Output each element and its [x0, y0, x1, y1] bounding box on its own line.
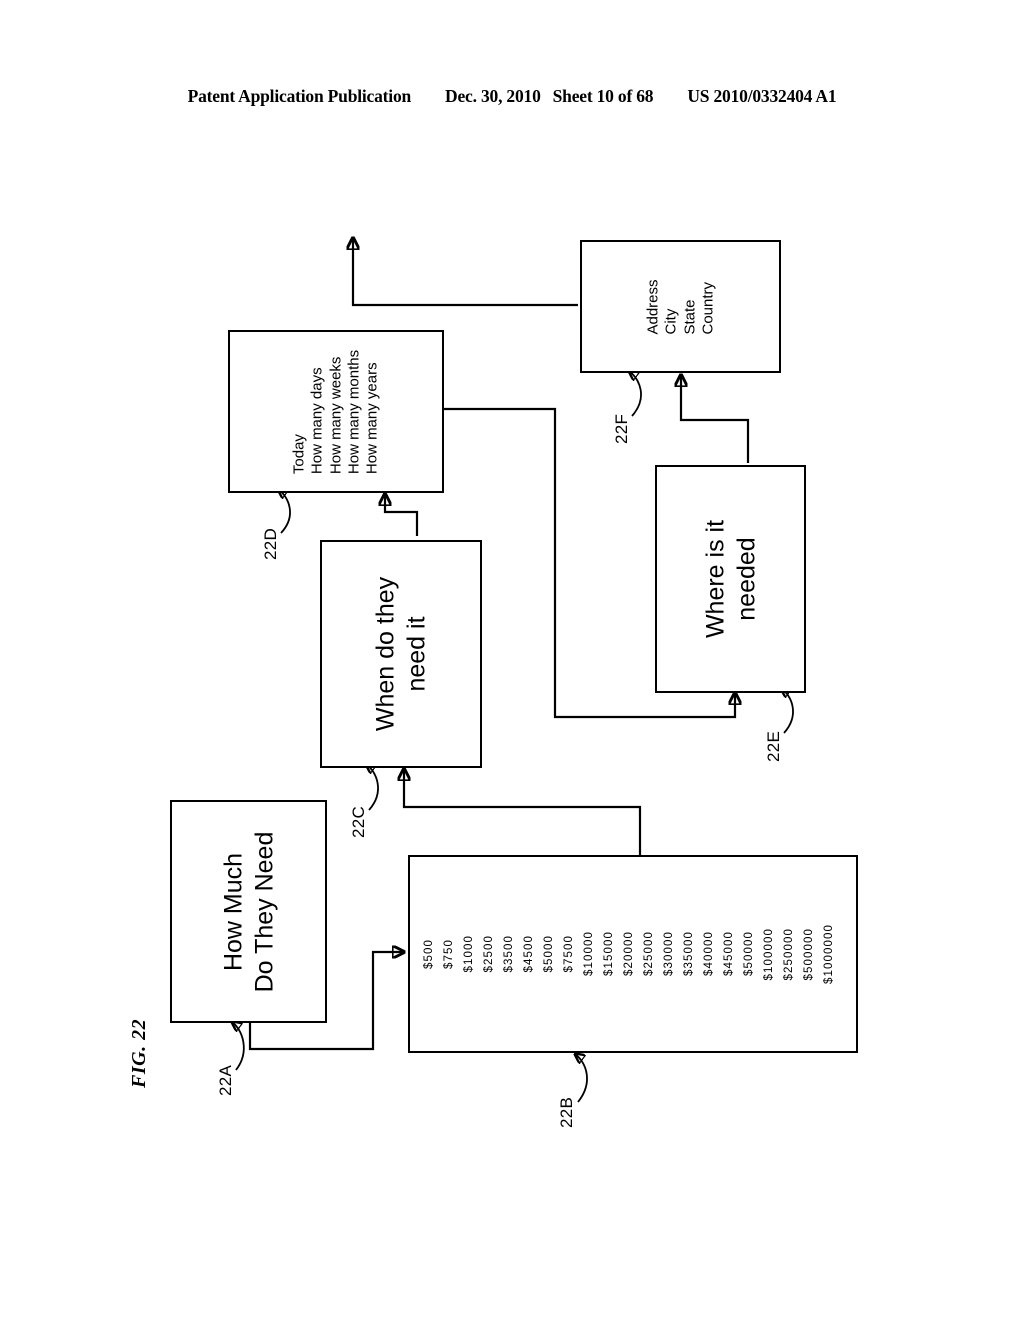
leader-22a: [232, 1022, 245, 1071]
leader-22c: [366, 764, 379, 811]
node-timeframe-options[interactable]: Today How many days How many weeks How many…: [228, 330, 444, 493]
node-when-do-they-need-it[interactable]: When do they need it: [320, 540, 482, 768]
node-22c-text: When do they need it: [371, 577, 432, 731]
node-location-fields[interactable]: Address City State Country: [580, 240, 781, 373]
wire-22f-output: [353, 238, 578, 307]
node-22a-text: How Much Do They Need: [218, 831, 279, 992]
amount-option[interactable]: $4500: [523, 935, 543, 972]
ref-label-22d: 22D: [261, 527, 280, 560]
amount-option[interactable]: $750: [443, 939, 463, 969]
node-22c-line2: need it: [402, 616, 430, 692]
amount-option[interactable]: $40000: [703, 932, 723, 977]
timeframe-option[interactable]: How many weeks: [327, 349, 345, 474]
leader-22b: [575, 1054, 588, 1103]
ref-label-22a: 22A: [216, 1064, 235, 1096]
amount-option[interactable]: $35000: [683, 932, 703, 977]
location-field[interactable]: Country: [699, 279, 717, 334]
amount-option-list: $500 $750 $1000 $2500 $3500 $4500 $5000 $7500 $1…: [423, 924, 843, 984]
location-field-list: Address City State Country: [644, 279, 717, 334]
ref-label-22c: 22C: [349, 805, 368, 838]
amount-option[interactable]: $100000: [763, 928, 783, 980]
timeframe-option[interactable]: How many days: [309, 349, 327, 474]
timeframe-option[interactable]: How many months: [345, 349, 363, 473]
amount-option[interactable]: $30000: [663, 932, 683, 977]
amount-option[interactable]: $500: [423, 939, 443, 969]
leader-22e: [781, 688, 794, 734]
ref-label-22b: 22B: [557, 1096, 576, 1128]
node-22e-line1: Where is it: [701, 519, 729, 639]
amount-option[interactable]: $500000: [803, 928, 823, 980]
leader-22d: [278, 489, 291, 534]
amount-option[interactable]: $1000: [463, 935, 483, 972]
amount-option[interactable]: $7500: [563, 935, 583, 972]
header-sheet: Sheet 10 of 68: [552, 86, 654, 106]
amount-option[interactable]: $10000: [583, 932, 603, 977]
node-22e-line2: needed: [731, 537, 760, 621]
node-amount-options[interactable]: $500 $750 $1000 $2500 $3500 $4500 $5000 $7500 $1…: [408, 855, 858, 1053]
node-22a-line2: Do They Need: [249, 831, 278, 992]
amount-option[interactable]: $45000: [723, 932, 743, 977]
node-22a-line1: How Much: [219, 852, 247, 971]
amount-option[interactable]: $5000: [543, 935, 563, 972]
amount-option[interactable]: $20000: [623, 932, 643, 977]
leader-22f: [629, 371, 642, 417]
header-patent-number: US 2010/0332404 A1: [687, 86, 837, 106]
wire-22e-to-22f: [681, 375, 750, 463]
timeframe-option[interactable]: Today: [290, 349, 308, 474]
ref-label-22f: 22F: [612, 413, 631, 444]
timeframe-option[interactable]: How many years: [363, 349, 381, 474]
wire-22c-to-22d: [385, 494, 419, 536]
node-22c-line1: When do they: [371, 576, 400, 732]
location-field[interactable]: City: [662, 279, 680, 334]
patent-drawing-page: Patent Application Publication Dec. 30, …: [0, 0, 1024, 1320]
amount-option[interactable]: $250000: [783, 928, 803, 980]
location-field[interactable]: State: [681, 279, 699, 334]
node-22e-text: Where is it needed: [700, 520, 761, 638]
amount-option[interactable]: $2500: [483, 935, 503, 972]
timeframe-option-list: Today How many days How many weeks How many…: [290, 349, 381, 473]
wire-22b-to-22c: [404, 769, 642, 855]
amount-option[interactable]: $3500: [503, 935, 523, 972]
figure-label: FIG. 22: [128, 1018, 150, 1088]
node-where-is-it-needed[interactable]: Where is it needed: [655, 465, 806, 693]
ref-label-22e: 22E: [764, 730, 783, 762]
header-publication: Patent Application Publication: [187, 86, 412, 106]
amount-option[interactable]: $50000: [743, 932, 763, 977]
header-date: Dec. 30, 2010: [445, 86, 541, 106]
location-field[interactable]: Address: [644, 279, 662, 334]
flow-connectors: [0, 0, 794, 1103]
node-how-much-do-they-need[interactable]: How Much Do They Need: [170, 800, 327, 1023]
amount-option[interactable]: $15000: [603, 932, 623, 977]
amount-option[interactable]: $25000: [643, 932, 663, 977]
page-header: Patent Application Publication Dec. 30, …: [0, 86, 1024, 112]
amount-option[interactable]: $1000000: [823, 924, 843, 984]
